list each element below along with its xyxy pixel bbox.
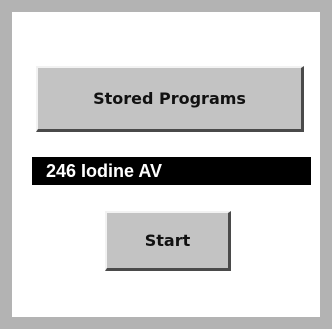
start-button[interactable]: Start (105, 211, 231, 271)
stored-programs-button[interactable]: Stored Programs (36, 66, 304, 132)
selected-program-display: 246 Iodine AV (32, 157, 311, 185)
main-panel: Stored Programs 246 Iodine AV Start (12, 12, 320, 317)
